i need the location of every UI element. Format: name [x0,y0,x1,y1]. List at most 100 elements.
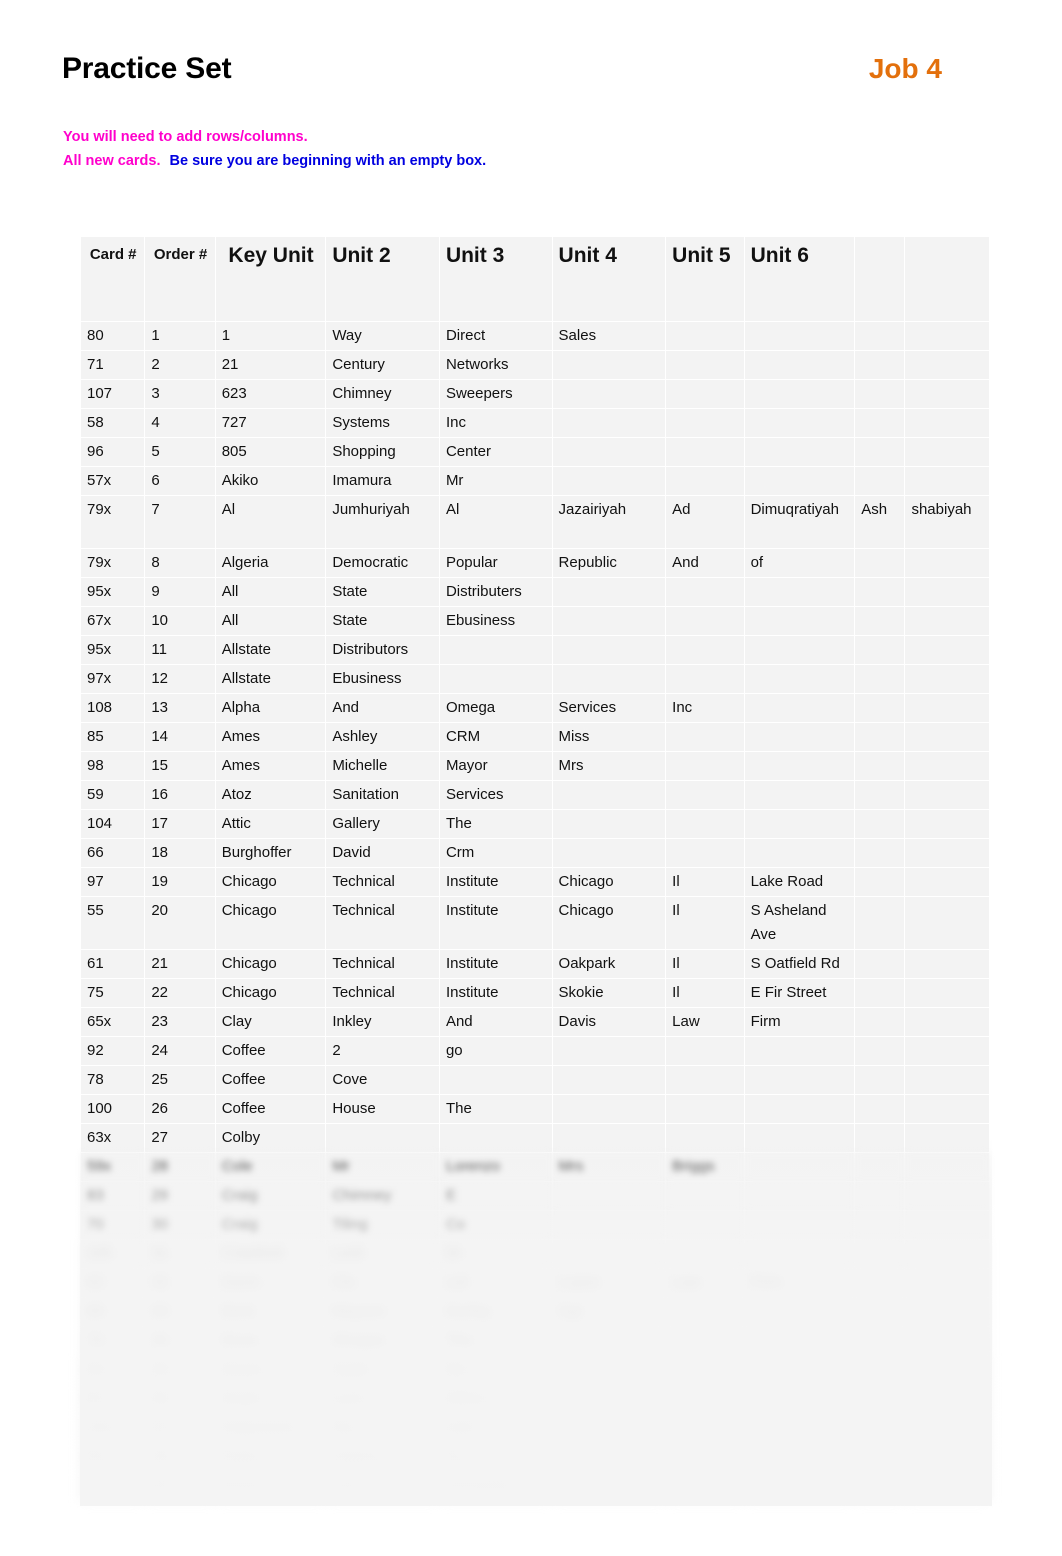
cell-extra-column-2 [904,1065,990,1095]
cell-extra-column-1 [854,1094,906,1124]
cell-unit-3: Institute [438,896,553,950]
cell-unit-5: Il [665,867,745,897]
cell-unit-6 [743,780,856,810]
cell-unit-4 [551,1036,667,1066]
cell-unit-4 [551,635,667,665]
cell-unit-5 [665,1065,745,1095]
cell-key-unit: Akiko [214,466,327,496]
table-row-obscured: 83 29 Craig Chimney E [79,1181,990,1211]
cell-unit-4: Sales [551,321,667,351]
cell-unit-6 [743,350,856,380]
cell-unit-5 [665,606,745,636]
cell-unit-4: Jazairiyah [551,495,667,549]
table-row: 63x 27 Colby [79,1123,990,1153]
table-row-obscured: 70 30 Craig Tiling Co [79,1210,990,1240]
cell-extra-column-2 [904,1210,990,1240]
cell-unit-6 [743,635,856,665]
cell-key-unit: Coffee [214,1065,327,1095]
column-header-label: Unit 4 [558,244,617,267]
cell-unit-6 [743,1210,856,1240]
cell-unit-6 [743,466,856,496]
card-table: Card # Order # Key Unit Unit 2 Unit 3 Unit 4 U… [79,236,990,1501]
cell-unit-3: Institute [438,867,553,897]
cell-unit-3: Crm [438,838,553,868]
cell-unit-4 [551,1471,667,1501]
cell-extra-column-2 [904,838,990,868]
cell-unit-6: S Oatfield Rd [743,949,856,979]
cell-extra-column-1 [854,1326,906,1356]
cell-order-number: 2 [144,350,216,380]
column-header-unit-4: Unit 4 [551,236,667,322]
cell-key-unit: Cole [214,1152,327,1182]
cell-extra-column-2 [904,1123,990,1153]
cell-extra-column-2 [904,350,990,380]
cell-card-number: 55 [79,896,146,950]
cell-extra-column-2 [904,1326,990,1356]
table-row-obscured: 77 39 Exum Lee Fernando [79,1471,990,1501]
cell-unit-4 [551,1355,667,1385]
cell-extra-column-2 [904,867,990,897]
column-header-extra-column-1 [854,236,906,322]
cell-order-number: 23 [144,1007,216,1037]
cell-extra-column-1 [854,1123,906,1153]
cell-order-number: 28 [144,1152,216,1182]
cell-card-number: 79x [79,548,146,578]
cell-order-number: 12 [144,664,216,694]
cell-unit-3: Popular [438,548,553,578]
cell-unit-4 [551,1065,667,1095]
cell-unit-6 [743,1413,856,1443]
cell-unit-3: Ebusiness [438,606,553,636]
cell-unit-6 [743,379,856,409]
cell-order-number: 13 [144,693,216,723]
cell-extra-column-1 [854,1471,906,1501]
cell-key-unit: Chicago [214,867,327,897]
cell-unit-5 [665,751,745,781]
table-row-obscured: 87 36 Doyle Lynn Milton [79,1384,990,1414]
cell-key-unit: 727 [214,408,327,438]
instruction-line-2-magenta: All new cards. [63,153,161,169]
cell-extra-column-1 [854,1210,906,1240]
cell-unit-2: Michelle [325,751,440,781]
cell-card-number: 101 [79,1413,146,1443]
cell-card-number: 95x [79,577,146,607]
cell-extra-column-2 [904,1268,990,1298]
cell-unit-2: Century [325,350,440,380]
cell-unit-2: Shoppe [325,1326,440,1356]
cell-unit-2: Chimney [325,1181,440,1211]
table-row: 65x 23 Clay Inkley And Davis Law Firm [79,1007,990,1037]
cell-order-number: 36 [144,1384,216,1414]
cell-unit-5: Law [665,1268,745,1298]
instruction-line-2: All new cards. Be sure you are beginning … [63,149,883,173]
cell-unit-4 [551,379,667,409]
cell-card-number: 95x [79,635,146,665]
cell-unit-5 [665,437,745,467]
document-header: Practice Set Job 4 [62,52,942,100]
cell-unit-2: Technical [325,867,440,897]
cell-unit-5: Il [665,978,745,1008]
cell-unit-5 [665,1036,745,1066]
cell-unit-4 [551,1442,667,1472]
cell-card-number: 75 [79,978,146,1008]
cell-unit-6 [743,577,856,607]
cell-order-number: 20 [144,896,216,950]
cell-order-number: 30 [144,1210,216,1240]
cell-unit-6: Dimuqratiyah [743,495,856,549]
cell-unit-5 [665,1181,745,1211]
cell-unit-6 [743,838,856,868]
cell-extra-column-2 [904,466,990,496]
cell-card-number: 98 [79,751,146,781]
cell-order-number: 11 [144,635,216,665]
cell-unit-2: Owens [325,1442,440,1472]
cell-unit-2: Ebusiness [325,664,440,694]
cell-card-number: 78 [79,1065,146,1095]
cell-unit-2: Lesli [325,1239,440,1269]
cell-order-number: 34 [144,1326,216,1356]
cell-card-number: 58 [79,408,146,438]
cell-extra-column-1 [854,548,906,578]
table-row: 104 17 Attic Gallery The [79,809,990,839]
cell-extra-column-1 [854,1384,906,1414]
cell-card-number: 83 [79,1181,146,1211]
table-row: 100 26 Coffee House The [79,1094,990,1124]
cell-unit-3 [438,664,553,694]
cell-extra-column-1 [854,1413,906,1443]
